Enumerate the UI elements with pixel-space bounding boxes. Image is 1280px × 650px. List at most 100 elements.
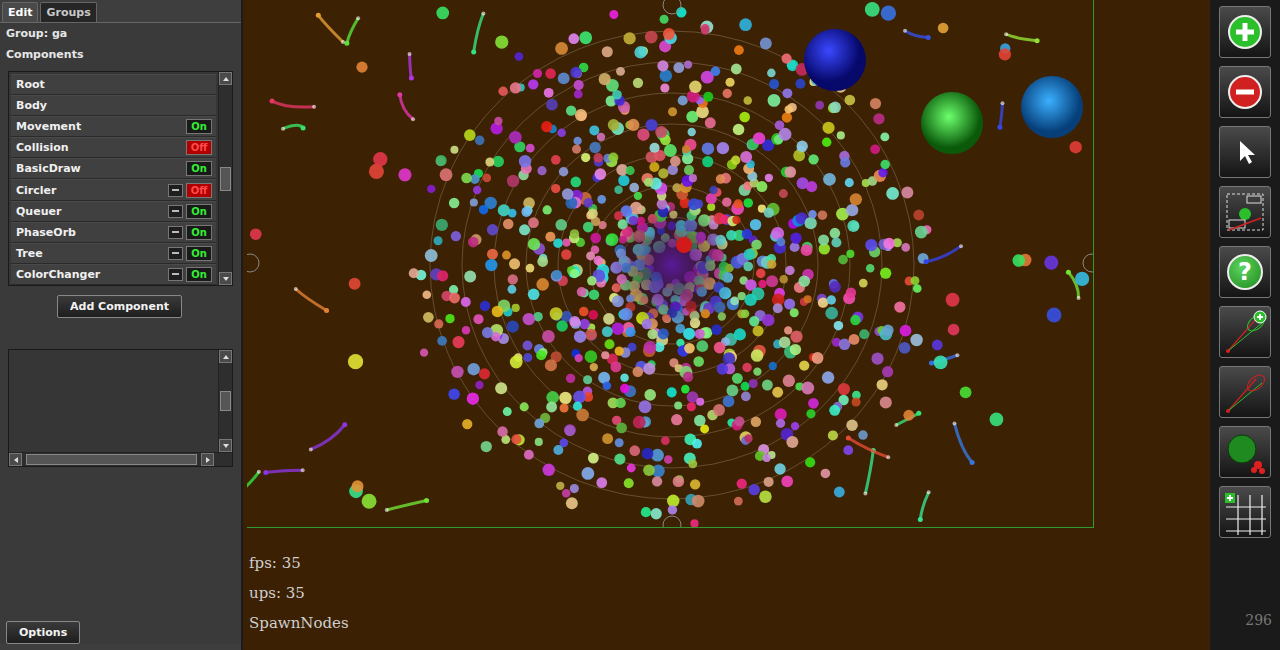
component-row[interactable]: CollisionOff	[11, 137, 216, 158]
scroll-up-button[interactable]	[219, 350, 232, 363]
remove-component-button[interactable]	[168, 247, 183, 260]
remove-component-button[interactable]	[168, 268, 183, 281]
particle	[637, 129, 649, 141]
add-tool-button[interactable]	[1219, 6, 1271, 58]
particle	[534, 419, 544, 429]
tab[interactable]: Groups	[40, 2, 96, 22]
particle	[768, 94, 781, 107]
creature	[269, 99, 316, 109]
edge-handle[interactable]	[247, 254, 259, 272]
particle	[689, 81, 701, 93]
simulation-scene[interactable]	[247, 0, 1094, 528]
scroll-down-button[interactable]	[219, 439, 232, 452]
component-toggle[interactable]: On	[186, 267, 212, 282]
particle	[570, 67, 582, 79]
component-toggle[interactable]: On	[186, 204, 212, 219]
particle	[671, 414, 682, 425]
component-row[interactable]: Body	[11, 95, 216, 116]
component-name: Circler	[16, 184, 168, 197]
scroll-thumb[interactable]	[220, 167, 231, 191]
remove-tool-button[interactable]	[1219, 66, 1271, 118]
component-toggle[interactable]: Off	[186, 183, 212, 198]
select-tool-button[interactable]	[1219, 126, 1271, 178]
component-row[interactable]: MovementOn	[11, 116, 216, 137]
particle	[725, 78, 734, 87]
component-toggle[interactable]: On	[186, 225, 212, 240]
particle	[673, 476, 684, 487]
particle	[785, 166, 797, 178]
vertical-scrollbar[interactable]	[218, 350, 232, 452]
particle	[726, 385, 738, 397]
component-toggle[interactable]: On	[186, 246, 212, 261]
particle	[918, 253, 929, 264]
particle	[790, 331, 802, 343]
particle	[485, 158, 494, 167]
remove-component-button[interactable]	[168, 184, 183, 197]
particle	[766, 275, 778, 287]
linkremove-tool-button[interactable]	[1219, 366, 1271, 418]
particle	[575, 354, 583, 362]
component-row[interactable]: Root	[11, 74, 216, 95]
remove-component-button[interactable]	[168, 205, 183, 218]
particle	[512, 304, 520, 312]
particle	[667, 387, 677, 397]
particle	[485, 259, 497, 271]
particle	[808, 154, 818, 164]
component-row[interactable]: ColorChangerOn	[11, 264, 216, 285]
particle	[790, 308, 799, 317]
particle	[737, 478, 747, 488]
component-row[interactable]: QueuerOn	[11, 201, 216, 222]
scroll-right-button[interactable]	[201, 453, 214, 466]
particle	[602, 326, 613, 337]
particle	[461, 297, 471, 307]
grid-tool-button[interactable]	[1219, 486, 1271, 538]
scroll-down-button[interactable]	[219, 272, 232, 285]
scroll-thumb[interactable]	[220, 391, 231, 411]
component-toggle[interactable]: On	[186, 161, 212, 176]
particle	[461, 173, 472, 184]
edge-handle[interactable]	[1083, 254, 1094, 272]
remove-component-button[interactable]	[168, 226, 183, 239]
particle	[775, 408, 787, 420]
particle	[552, 270, 562, 280]
particle	[903, 410, 914, 421]
particle	[620, 384, 630, 394]
particle	[946, 293, 960, 307]
simulation-canvas[interactable]	[247, 0, 1094, 528]
linkadd-tool-button[interactable]	[1219, 306, 1271, 358]
particle	[776, 419, 785, 428]
particle	[634, 46, 646, 58]
edge-handle[interactable]	[663, 516, 681, 528]
scroll-up-button[interactable]	[219, 72, 232, 85]
component-name: Movement	[16, 120, 186, 133]
particle	[658, 168, 668, 178]
component-row[interactable]: PhaseOrbOn	[11, 222, 216, 243]
horizontal-scrollbar[interactable]	[9, 452, 232, 466]
component-row[interactable]: Circler Off	[11, 179, 216, 200]
particle	[560, 404, 569, 413]
particle	[753, 367, 761, 375]
help-tool-button[interactable]: ?	[1219, 246, 1271, 298]
vertical-scrollbar[interactable]	[218, 72, 232, 285]
add-component-button[interactable]: Add Component	[57, 295, 182, 318]
scroll-left-button[interactable]	[9, 453, 22, 466]
spawn-tool-button[interactable]	[1219, 426, 1271, 478]
options-button[interactable]: Options	[6, 621, 80, 644]
particle	[742, 363, 751, 372]
particle	[564, 424, 576, 436]
creature	[294, 287, 329, 313]
group-tool-button[interactable]	[1219, 186, 1271, 238]
edge-handle[interactable]	[663, 0, 681, 14]
component-toggle[interactable]: Off	[186, 140, 212, 155]
particle	[590, 363, 598, 371]
particle	[581, 467, 594, 480]
creature	[263, 468, 304, 475]
component-row[interactable]: TreeOn	[11, 243, 216, 264]
particle	[537, 166, 546, 175]
particle	[734, 328, 746, 340]
particle	[734, 416, 744, 426]
component-row[interactable]: BasicDrawOn	[11, 158, 216, 179]
tab[interactable]: Edit	[2, 2, 38, 22]
component-toggle[interactable]: On	[186, 119, 212, 134]
scroll-thumb[interactable]	[26, 454, 197, 465]
